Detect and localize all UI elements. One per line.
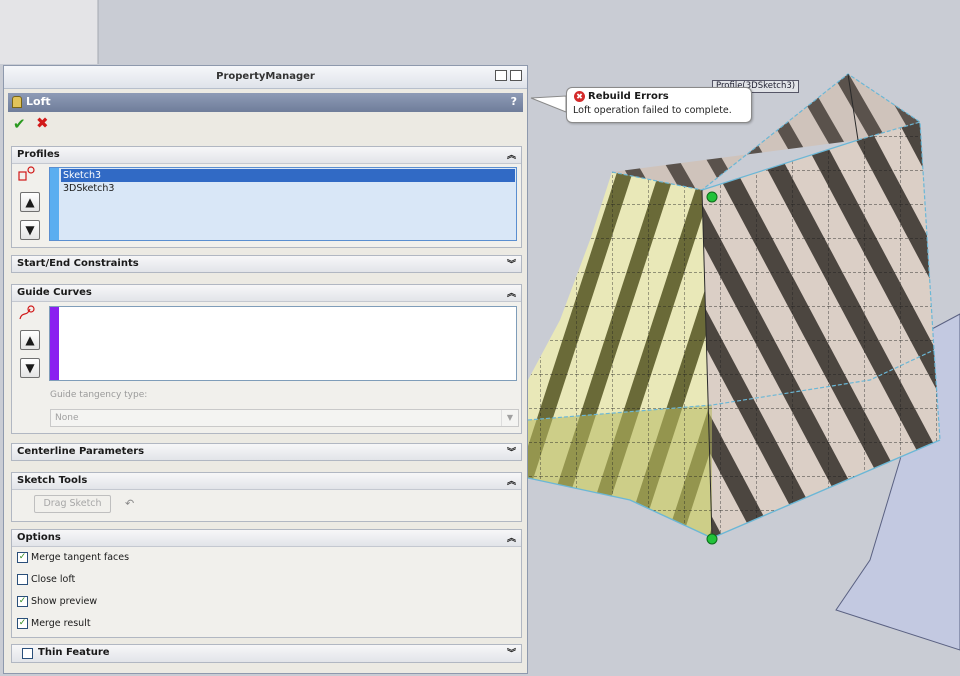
- profiles-group: Profiles ︽ ▲ ▼ Sketch3 3DSketch3: [11, 146, 522, 248]
- thin-feature-header[interactable]: Thin Feature ︾: [12, 645, 521, 662]
- centerline-parameters-group: Centerline Parameters ︾: [11, 443, 522, 461]
- guide-curves-title: Guide Curves: [17, 287, 92, 298]
- thin-feature-group: Thin Feature ︾: [11, 644, 522, 663]
- profile-list-item[interactable]: 3DSketch3: [61, 182, 515, 195]
- chevron-down-icon[interactable]: ︾: [507, 646, 516, 659]
- guide-tangency-value: None: [55, 413, 79, 423]
- show-preview-checkbox[interactable]: ✓: [17, 595, 28, 607]
- feature-name: Loft: [26, 95, 51, 108]
- move-profile-up-button[interactable]: ▲: [20, 192, 40, 212]
- chevron-up-icon[interactable]: ︽: [507, 286, 516, 299]
- merge-result-label: Merge result: [31, 617, 91, 629]
- guide-curves-color-strip: [50, 307, 59, 380]
- help-button[interactable]: ?: [511, 95, 517, 108]
- profiles-header[interactable]: Profiles ︽: [12, 147, 521, 164]
- ok-button[interactable]: ✔: [13, 115, 26, 133]
- move-guide-up-button[interactable]: ▲: [20, 330, 40, 350]
- drag-sketch-button[interactable]: Drag Sketch: [34, 495, 111, 513]
- connector-point-bottom[interactable]: [706, 533, 718, 545]
- profiles-title: Profiles: [17, 149, 60, 160]
- feature-title-bar: Loft ?: [8, 93, 523, 112]
- sketch-tools-group: Sketch Tools ︽ Drag Sketch ↶: [11, 472, 522, 522]
- callout-title: Rebuild Errors: [588, 91, 669, 102]
- chevron-up-icon[interactable]: ︽: [507, 531, 516, 544]
- merge-tangent-faces-label: Merge tangent faces: [31, 551, 130, 563]
- close-loft-checkbox[interactable]: [17, 573, 28, 585]
- options-group: Options ︽ ✓ Merge tangent faces Close lo…: [11, 529, 522, 638]
- merge-tangent-faces-option[interactable]: ✓ Merge tangent faces: [17, 550, 129, 564]
- action-bar: ✔ ✖: [4, 112, 527, 138]
- profile-list-item[interactable]: Sketch3: [61, 169, 515, 182]
- thin-feature-checkbox[interactable]: [22, 648, 33, 659]
- merge-result-option[interactable]: ✓ Merge result: [17, 616, 91, 630]
- dropdown-arrow-icon[interactable]: ▼: [501, 410, 518, 426]
- property-manager-header: PropertyManager: [4, 66, 527, 89]
- connector-point-top[interactable]: [706, 191, 718, 203]
- options-header[interactable]: Options ︽: [12, 530, 521, 547]
- thin-feature-title: Thin Feature: [38, 647, 110, 658]
- cancel-button[interactable]: ✖: [36, 114, 49, 132]
- show-preview-label: Show preview: [31, 595, 98, 607]
- guide-curve-pick-icon: [19, 305, 35, 320]
- guide-tangency-label: Guide tangency type:: [50, 390, 148, 400]
- property-manager-title: PropertyManager: [216, 71, 315, 82]
- move-profile-down-button[interactable]: ▼: [20, 220, 40, 240]
- centerline-parameters-header[interactable]: Centerline Parameters ︾: [12, 444, 521, 460]
- start-end-constraints-header[interactable]: Start/End Constraints ︾: [12, 256, 521, 272]
- property-manager-panel: PropertyManager Loft ? ✔ ✖ Profiles ︽ ▲ …: [3, 65, 528, 674]
- sketch-tools-title: Sketch Tools: [17, 475, 88, 486]
- chevron-up-icon[interactable]: ︽: [507, 474, 516, 487]
- pin-icon[interactable]: [510, 70, 522, 81]
- feature-tree-pane: [0, 0, 98, 64]
- sketch-tools-header[interactable]: Sketch Tools ︽: [12, 473, 521, 490]
- rebuild-errors-callout: ✖ Rebuild Errors Loft operation failed t…: [566, 87, 752, 123]
- move-guide-down-button[interactable]: ▼: [20, 358, 40, 378]
- merge-result-checkbox[interactable]: ✓: [17, 617, 28, 629]
- centerline-parameters-title: Centerline Parameters: [17, 446, 145, 457]
- guide-curves-group: Guide Curves ︽ ▲ ▼ Guide tangency type: …: [11, 284, 522, 434]
- profiles-color-strip: [50, 168, 59, 240]
- close-loft-option[interactable]: Close loft: [17, 572, 75, 586]
- start-end-constraints-title: Start/End Constraints: [17, 258, 139, 269]
- show-preview-option[interactable]: ✓ Show preview: [17, 594, 97, 608]
- undo-sketch-drag-icon[interactable]: ↶: [125, 497, 134, 510]
- guide-curves-header[interactable]: Guide Curves ︽: [12, 285, 521, 302]
- options-title: Options: [17, 532, 61, 543]
- start-end-constraints-group: Start/End Constraints ︾: [11, 255, 522, 273]
- chevron-down-icon[interactable]: ︾: [507, 257, 516, 270]
- profiles-list[interactable]: Sketch3 3DSketch3: [49, 167, 517, 241]
- merge-tangent-faces-checkbox[interactable]: ✓: [17, 551, 28, 563]
- profile-pick-icon: [18, 166, 35, 181]
- guide-tangency-select[interactable]: None ▼: [50, 409, 519, 427]
- loft-icon: [12, 96, 22, 108]
- chevron-down-icon[interactable]: ︾: [507, 445, 516, 458]
- toggle-panel-icon[interactable]: [495, 70, 507, 81]
- error-icon: ✖: [574, 91, 585, 102]
- guide-curves-list[interactable]: [49, 306, 517, 381]
- callout-message: Loft operation failed to complete.: [573, 105, 732, 116]
- close-loft-label: Close loft: [31, 573, 76, 585]
- chevron-up-icon[interactable]: ︽: [507, 148, 516, 161]
